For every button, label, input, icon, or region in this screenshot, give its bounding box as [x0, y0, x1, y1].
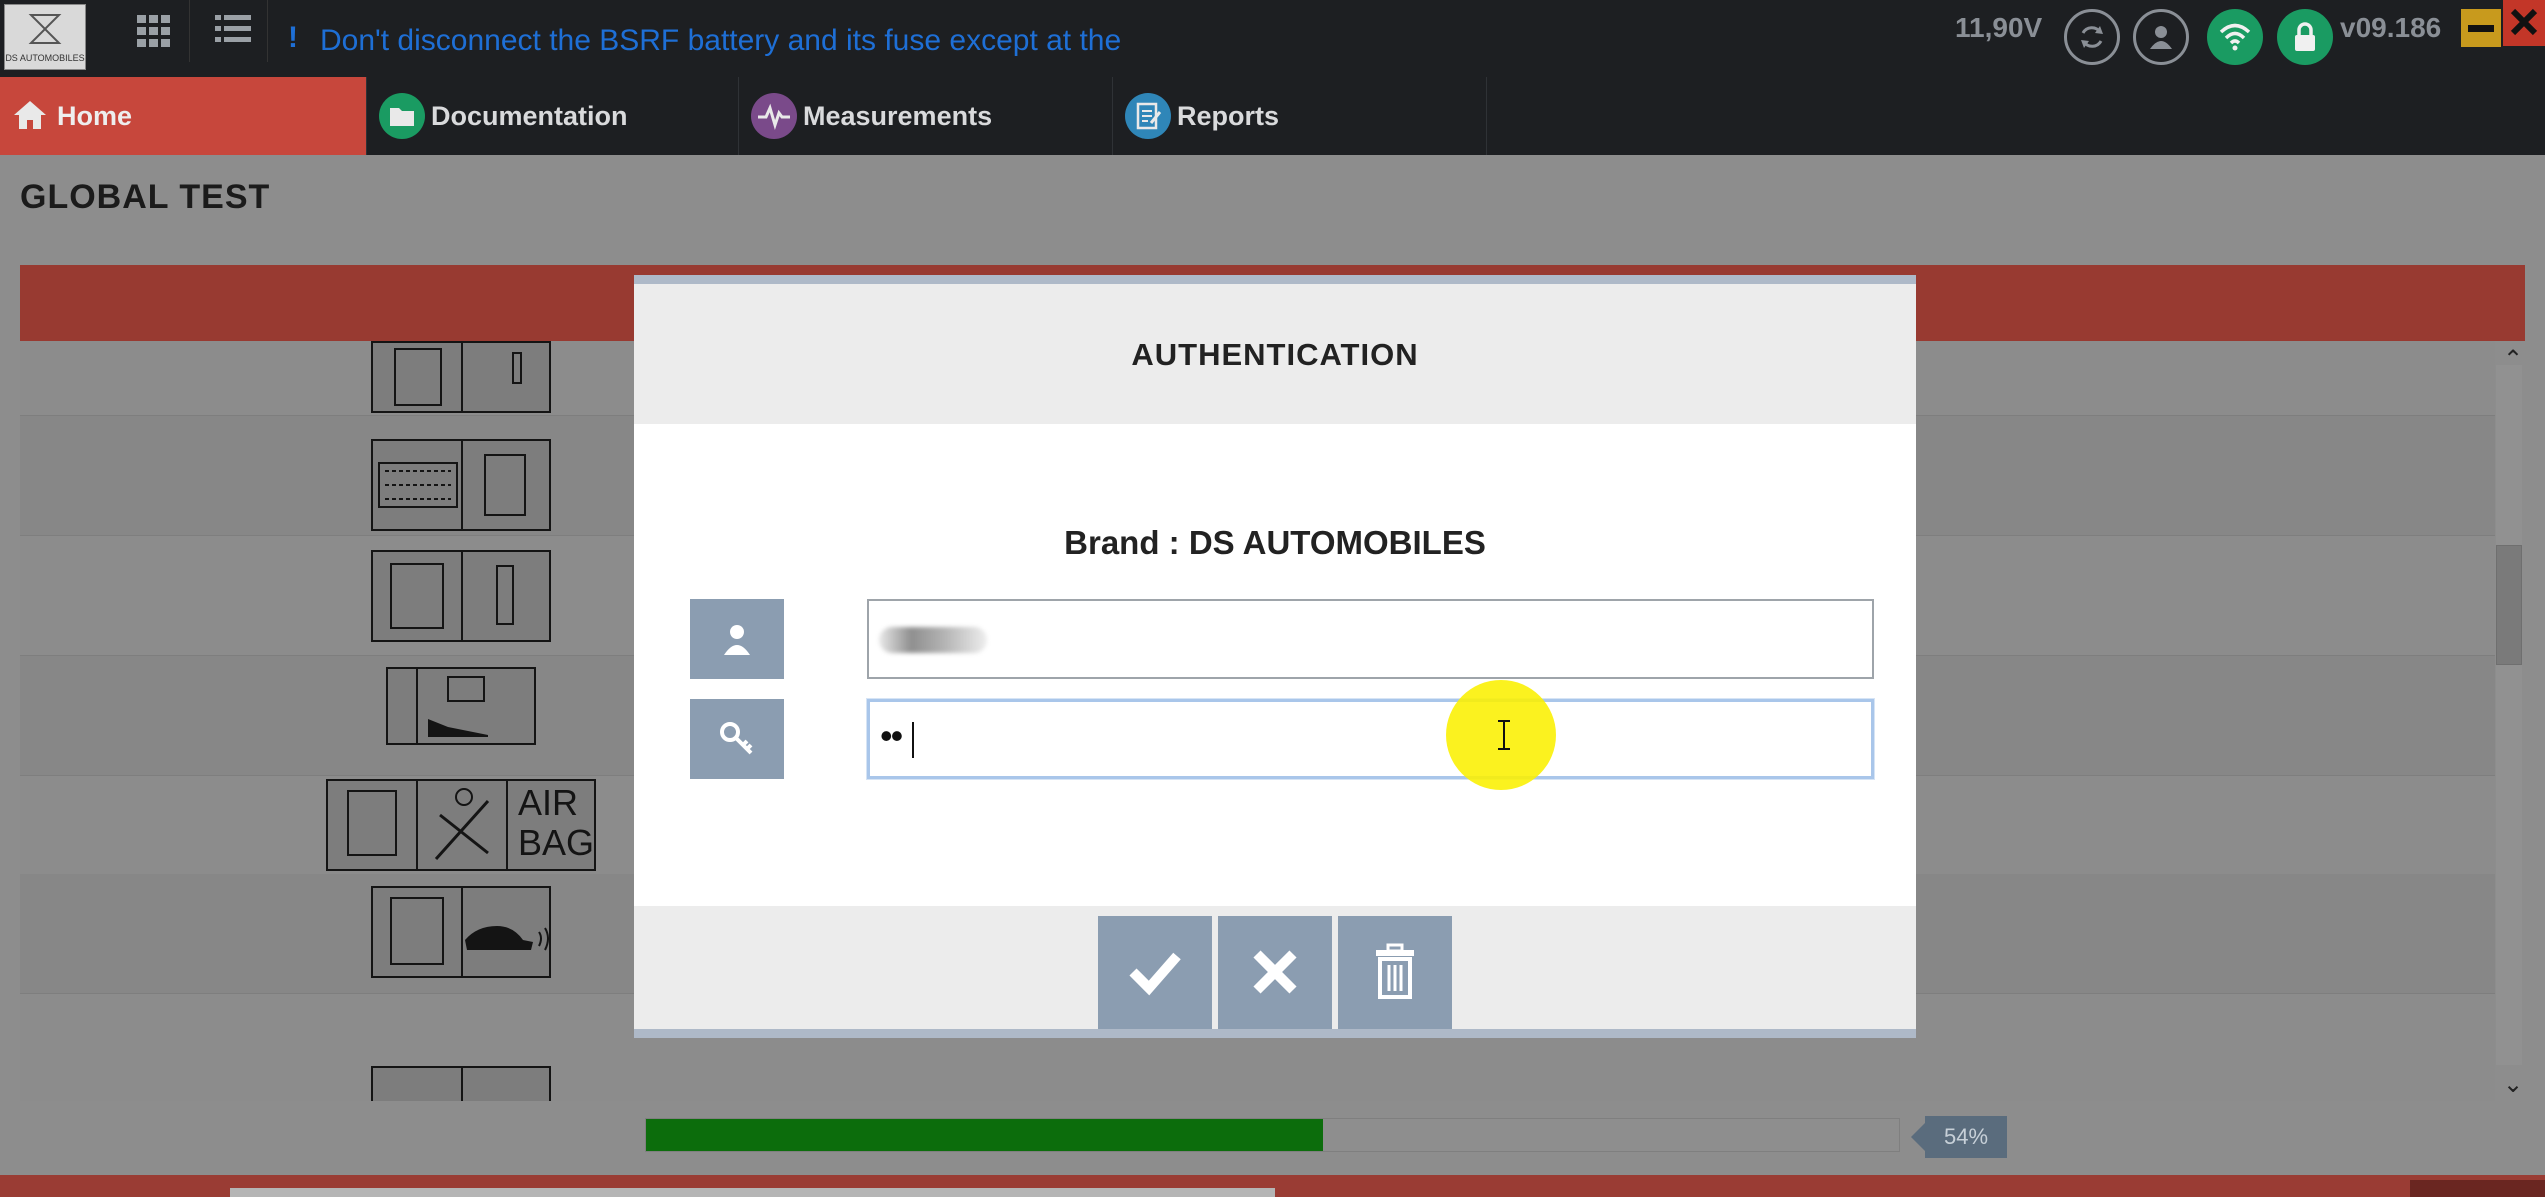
cross-icon: [1253, 950, 1297, 994]
dialog-footer: [634, 906, 1916, 1029]
user-icon: [2150, 26, 2172, 49]
refresh-icon: [2081, 26, 2103, 48]
wifi-button[interactable]: [2207, 9, 2263, 65]
text-cursor-icon: [1498, 720, 1510, 750]
car-sensor-ecu-icon: [371, 886, 551, 978]
ds-logo: DS AUTOMOBILES: [4, 4, 86, 70]
progress-bar: [645, 1118, 1900, 1152]
cancel-button[interactable]: [1218, 916, 1332, 1029]
username-value-redacted: [879, 627, 987, 653]
trash-icon: [1376, 943, 1414, 999]
delete-button[interactable]: [1338, 916, 1452, 1029]
airbag-ecu-icon: AIR BAG: [326, 779, 596, 871]
refresh-button[interactable]: [2064, 9, 2120, 65]
username-icon-box: [690, 599, 784, 679]
airbag-text: AIR BAG: [518, 782, 595, 863]
authentication-dialog: AUTHENTICATION Brand : DS AUTOMOBILES ••: [634, 275, 1916, 1038]
tab-documentation-label: Documentation: [431, 101, 628, 131]
wifi-icon: [2219, 23, 2251, 51]
password-value: ••: [880, 715, 903, 756]
warning-mark-icon: !: [288, 21, 298, 54]
minimize-button[interactable]: [2461, 9, 2501, 47]
progress-percent: 54%: [1911, 1116, 2007, 1158]
ecu-relay-icon: [371, 341, 551, 413]
key-icon: [720, 722, 753, 755]
ds-logo-mark: [28, 14, 62, 44]
progress-fill: [646, 1119, 1323, 1151]
lock-button[interactable]: [2277, 9, 2333, 65]
password-field[interactable]: ••: [867, 699, 1874, 779]
battery-voltage: 11,90V: [1955, 12, 2043, 43]
text-caret: [912, 722, 914, 758]
bottom-right-block: [2410, 1180, 2545, 1197]
user-button[interactable]: [2133, 9, 2189, 65]
list-icon: [215, 15, 251, 42]
battery-gauge-icon: [386, 667, 536, 745]
ecu-fuse-icon: [371, 550, 551, 642]
scroll-up-icon[interactable]: ⌃: [2503, 345, 2523, 374]
ecu-partial-icon: [371, 1066, 551, 1101]
waveform-icon: [751, 93, 797, 139]
folder-icon: [379, 93, 425, 139]
top-bar: DS AUTOMOBILES ! Don't disconnect the BS…: [0, 0, 2545, 77]
lock-icon: [2295, 22, 2315, 51]
confirm-button[interactable]: [1098, 916, 1212, 1029]
tab-documentation[interactable]: Documentation: [367, 77, 739, 155]
tab-home[interactable]: Home: [0, 77, 367, 155]
apps-grid-button[interactable]: [115, 0, 190, 62]
tab-measurements[interactable]: Measurements: [739, 77, 1113, 155]
apps-grid-icon: [137, 15, 170, 47]
report-icon: [1125, 93, 1171, 139]
password-icon-box: [690, 699, 784, 779]
list-button[interactable]: [193, 0, 268, 62]
close-button[interactable]: [2503, 0, 2545, 46]
tab-measurements-label: Measurements: [803, 101, 993, 131]
checkmark-icon: [1129, 952, 1181, 996]
page-title: GLOBAL TEST: [20, 178, 271, 216]
ecu-fusebox-icon: [371, 439, 551, 531]
dialog-header: AUTHENTICATION: [634, 284, 1916, 424]
tab-reports[interactable]: Reports: [1113, 77, 1487, 155]
brand-label: Brand : DS AUTOMOBILES: [1064, 524, 1486, 561]
bottom-status-strip: [230, 1188, 1275, 1197]
user-icon: [724, 625, 750, 655]
dialog-title: AUTHENTICATION: [1131, 337, 1419, 372]
tab-reports-label: Reports: [1177, 101, 1280, 131]
scrollbar-track[interactable]: [2496, 365, 2522, 1065]
home-icon: [14, 101, 46, 129]
username-field[interactable]: [867, 599, 1874, 679]
software-version: v09.186: [2340, 12, 2442, 43]
tab-home-label: Home: [57, 101, 133, 131]
close-icon: [2510, 8, 2538, 36]
warning-message: Don't disconnect the BSRF battery and it…: [320, 24, 1122, 57]
main-nav: Home Documentation Measurements Reports: [0, 77, 2545, 155]
logo-text: DS AUTOMOBILES: [5, 53, 85, 63]
scrollbar-thumb[interactable]: [2496, 545, 2522, 665]
scroll-down-icon[interactable]: ⌄: [2503, 1070, 2523, 1099]
